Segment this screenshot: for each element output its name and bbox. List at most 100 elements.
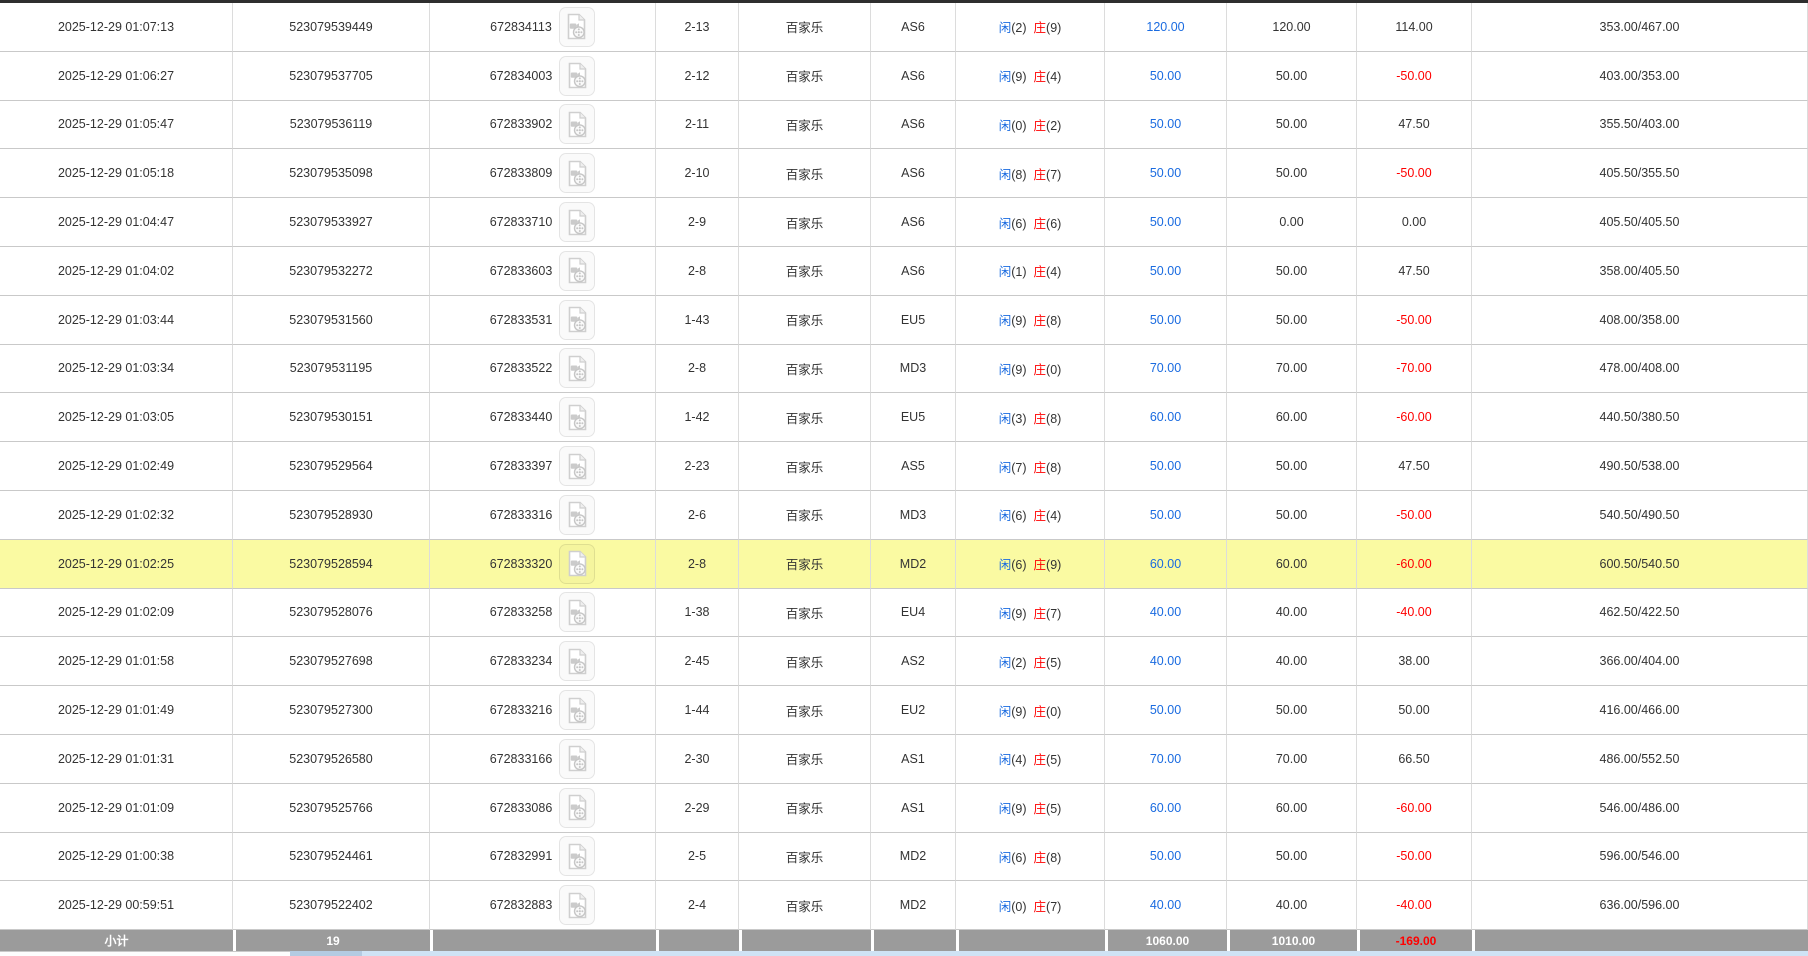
table-row[interactable]: 2025-12-29 01:02:25 523079528594 6728333…	[0, 539, 1808, 589]
bet-time: 2025-12-29 01:04:47	[57, 215, 175, 230]
video-replay-button[interactable]	[559, 250, 596, 291]
video-replay-button[interactable]	[559, 348, 596, 389]
table-row[interactable]: 2025-12-29 01:01:31 523079526580 6728331…	[0, 734, 1808, 784]
game-type-cell: 百家乐	[739, 100, 871, 150]
balance: 403.00/353.00	[1599, 68, 1680, 83]
banker-score: 4	[1046, 265, 1061, 279]
table-row[interactable]: 2025-12-29 01:07:13 523079539449 6728341…	[0, 3, 1808, 52]
table-code: EU5	[900, 312, 926, 327]
horizontal-scrollbar[interactable]	[0, 951, 1808, 956]
table-row[interactable]: 2025-12-29 01:05:18 523079535098 6728338…	[0, 149, 1808, 199]
bet-amount-cell: 50.00	[1105, 149, 1227, 199]
shoe-round: 2-12	[684, 68, 710, 83]
video-replay-button[interactable]	[559, 55, 596, 96]
game-type-cell: 百家乐	[739, 246, 871, 296]
shoe-round: 2-8	[687, 556, 707, 571]
result-cell: 闲9庄4	[956, 51, 1105, 101]
valid-amount: 70.00	[1275, 361, 1308, 376]
table-row[interactable]: 2025-12-29 00:59:51 523079522402 6728328…	[0, 881, 1808, 931]
table-row[interactable]: 2025-12-29 01:03:05 523079530151 6728334…	[0, 393, 1808, 443]
table-code: MD2	[899, 849, 927, 864]
table-row[interactable]: 2025-12-29 01:02:32 523079528930 6728333…	[0, 490, 1808, 540]
scrollbar-thumb[interactable]	[0, 951, 290, 956]
valid-amount-cell: 50.00	[1227, 832, 1357, 882]
table-row[interactable]: 2025-12-29 01:04:02 523079532272 6728336…	[0, 246, 1808, 296]
player-score: 9	[1011, 705, 1026, 719]
video-replay-button[interactable]	[559, 446, 596, 487]
video-replay-button[interactable]	[559, 641, 596, 682]
player-score: 7	[1011, 461, 1026, 475]
table-row[interactable]: 2025-12-29 01:04:47 523079533927 6728337…	[0, 198, 1808, 247]
bet-time: 2025-12-29 01:06:27	[57, 68, 175, 83]
table-row[interactable]: 2025-12-29 01:01:49 523079527300 6728332…	[0, 686, 1808, 735]
video-replay-button[interactable]	[559, 885, 596, 926]
video-replay-button[interactable]	[559, 299, 596, 340]
video-replay-button[interactable]	[559, 543, 596, 584]
video-replay-button[interactable]	[559, 690, 596, 731]
table-code: MD2	[899, 556, 927, 571]
table-row[interactable]: 2025-12-29 01:00:38 523079524461 6728329…	[0, 832, 1808, 882]
table-row[interactable]: 2025-12-29 01:01:09 523079525766 6728330…	[0, 783, 1808, 833]
round-id: 672833234	[489, 654, 553, 669]
bet-amount-cell: 50.00	[1105, 442, 1227, 491]
bet-amount-cell: 50.00	[1105, 686, 1227, 735]
video-replay-icon	[566, 697, 589, 724]
video-replay-button[interactable]	[558, 6, 595, 47]
bet-id-cell: 523079524461	[233, 832, 430, 882]
player-score: 3	[1011, 412, 1026, 426]
bet-id: 523079535098	[289, 166, 373, 181]
round-id: 672833902	[489, 117, 553, 132]
bet-id: 523079528594	[289, 556, 373, 571]
bet-time: 2025-12-29 00:59:51	[57, 898, 175, 913]
bet-id-cell: 523079526580	[233, 734, 430, 784]
video-replay-button[interactable]	[559, 104, 596, 145]
table-row[interactable]: 2025-12-29 01:01:58 523079527698 6728332…	[0, 637, 1808, 687]
shoe-round: 2-8	[687, 263, 707, 278]
bet-amount-cell: 60.00	[1105, 393, 1227, 443]
table-row[interactable]: 2025-12-29 01:02:49 523079529564 6728333…	[0, 442, 1808, 491]
table-row[interactable]: 2025-12-29 01:03:44 523079531560 6728335…	[0, 295, 1808, 345]
valid-amount: 40.00	[1275, 654, 1308, 669]
bet-time: 2025-12-29 01:02:09	[57, 605, 175, 620]
table-code: AS2	[901, 654, 925, 669]
video-replay-button[interactable]	[559, 787, 596, 828]
player-label: 闲	[998, 802, 1012, 817]
video-replay-button[interactable]	[559, 153, 596, 194]
valid-amount: 70.00	[1275, 751, 1308, 766]
bet-time: 2025-12-29 01:03:05	[57, 410, 175, 425]
shoe-round: 2-4	[687, 898, 707, 913]
shoe-round: 2-8	[687, 361, 707, 376]
balance: 355.50/403.00	[1599, 117, 1680, 132]
balance: 478.00/408.00	[1599, 361, 1680, 376]
video-replay-icon	[566, 62, 589, 89]
video-replay-button[interactable]	[559, 836, 596, 877]
round-cell: 672833440	[430, 393, 656, 443]
table-code-cell: MD2	[871, 539, 956, 589]
video-replay-button[interactable]	[559, 494, 596, 535]
video-replay-button[interactable]	[559, 738, 596, 779]
video-replay-button[interactable]	[559, 202, 596, 243]
table-row[interactable]: 2025-12-29 01:03:34 523079531195 6728335…	[0, 344, 1808, 394]
banker-score: 7	[1046, 168, 1061, 182]
video-replay-button[interactable]	[559, 592, 596, 633]
bet-id-cell: 523079535098	[233, 149, 430, 199]
round-id: 672833086	[489, 800, 553, 815]
bet-id: 523079536119	[289, 117, 373, 132]
banker-score: 8	[1046, 412, 1061, 426]
balance: 546.00/486.00	[1599, 800, 1680, 815]
table-code-cell: MD3	[871, 344, 956, 394]
video-replay-button[interactable]	[559, 397, 596, 438]
balance: 462.50/422.50	[1599, 605, 1680, 620]
balance-cell: 416.00/466.00	[1472, 686, 1808, 735]
valid-amount: 60.00	[1275, 556, 1308, 571]
table-code: MD3	[899, 361, 927, 376]
bet-amount: 50.00	[1149, 166, 1182, 181]
video-replay-icon	[566, 160, 589, 187]
balance: 416.00/466.00	[1599, 703, 1680, 718]
bet-amount: 70.00	[1149, 751, 1182, 766]
table-row[interactable]: 2025-12-29 01:05:47 523079536119 6728339…	[0, 100, 1808, 150]
bet-time-cell: 2025-12-29 01:07:13	[0, 3, 233, 52]
table-row[interactable]: 2025-12-29 01:02:09 523079528076 6728332…	[0, 588, 1808, 638]
banker-label: 庄	[1033, 460, 1047, 475]
table-row[interactable]: 2025-12-29 01:06:27 523079537705 6728340…	[0, 51, 1808, 101]
